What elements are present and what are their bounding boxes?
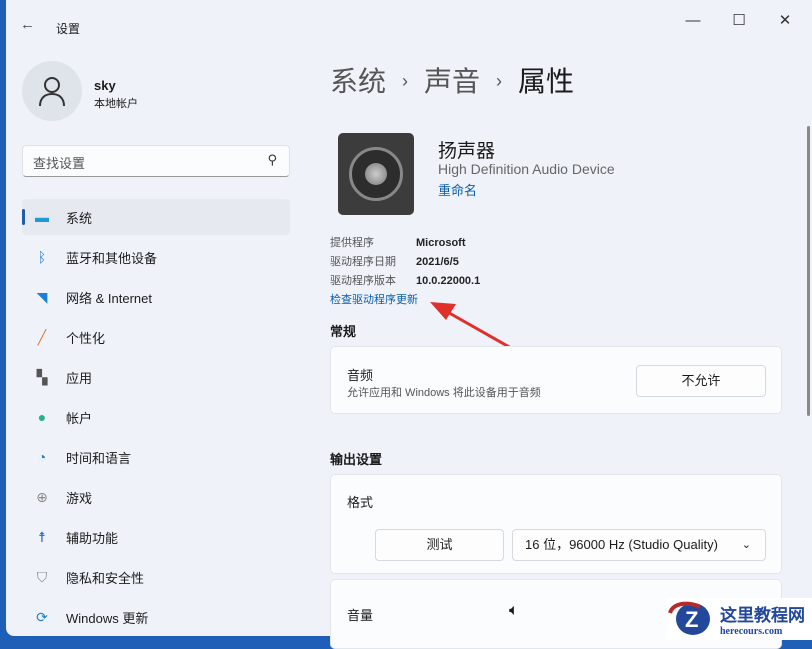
sidebar-item-label: 网络 & Internet	[66, 290, 152, 306]
app-title: 设置	[56, 22, 81, 36]
audio-description: 允许应用和 Windows 将此设备用于音频	[347, 387, 541, 399]
search-input[interactable]: 查找设置 ⚲	[22, 145, 290, 177]
rename-link[interactable]: 重命名	[438, 180, 477, 199]
sidebar-item-label: 辅助功能	[66, 530, 119, 546]
sidebar-item-wifi[interactable]: ◥ 网络 & Internet	[22, 279, 290, 315]
sidebar-item-label: 时间和语言	[66, 450, 132, 466]
avatar[interactable]	[22, 61, 82, 121]
sidebar-item-apps[interactable]: ▚ 应用	[22, 359, 290, 395]
general-heading: 常规	[330, 324, 357, 339]
watermark-url: herecours.com	[720, 626, 783, 637]
account-type: 本地帐户	[94, 98, 138, 110]
wifi-icon: ◥	[36, 288, 48, 305]
breadcrumb-system[interactable]: 系统	[330, 66, 386, 97]
sidebar-item-person[interactable]: ● 帐户	[22, 399, 290, 435]
breadcrumb-properties: 属性	[518, 66, 575, 97]
device-description: High Definition Audio Device	[438, 161, 615, 177]
settings-window: ← 设置 — ☐ ✕ sky 本地帐户 查找设置 ⚲ ▬ 系统 ᛒ 蓝牙和其他设备 ◥ 网络…	[6, 0, 812, 649]
prop-key: 驱动程序版本	[330, 275, 396, 287]
user-name: sky	[94, 78, 116, 93]
prop-value: Microsoft	[416, 237, 466, 249]
person-icon	[39, 77, 65, 107]
format-label: 格式	[347, 495, 374, 510]
clock-globe-icon: ◔	[37, 449, 47, 465]
audio-title: 音频	[347, 368, 374, 383]
breadcrumb: 系统 › 声音 › 属性	[330, 60, 574, 100]
speaker-icon	[338, 133, 414, 215]
maximize-button[interactable]: ☐	[716, 8, 762, 34]
shield-icon: ⛉	[36, 568, 48, 585]
sidebar-item-label: 个性化	[66, 330, 106, 346]
update-icon: ⟳	[36, 608, 48, 625]
sidebar-item-label: 帐户	[66, 410, 93, 426]
search-icon: ⚲	[267, 152, 277, 167]
sidebar-item-accessibility[interactable]: ☨ 辅助功能	[22, 519, 290, 555]
speaker-volume-icon[interactable]: 🔈︎	[509, 602, 519, 620]
output-settings-heading: 输出设置	[330, 452, 383, 467]
format-value: 16 位，96000 Hz (Studio Quality)	[525, 537, 718, 552]
sidebar-item-clock-globe[interactable]: ◔ 时间和语言	[22, 439, 290, 475]
sidebar-item-label: 系统	[66, 210, 93, 226]
sidebar-item-display[interactable]: ▬ 系统	[22, 199, 290, 235]
search-placeholder: 查找设置	[33, 156, 86, 171]
sidebar-item-label: 隐私和安全性	[66, 570, 145, 586]
brush-icon: ╱	[37, 328, 47, 345]
bluetooth-icon: ᛒ	[37, 249, 47, 265]
accessibility-icon: ☨	[38, 528, 46, 545]
device-name: 扬声器	[438, 141, 496, 162]
chevron-right-icon: ›	[496, 71, 503, 91]
minimize-button[interactable]: —	[670, 8, 716, 34]
sidebar-item-brush[interactable]: ╱ 个性化	[22, 319, 290, 355]
back-arrow-icon[interactable]: ←	[20, 16, 35, 33]
person-icon: ●	[37, 409, 47, 425]
sidebar-item-update[interactable]: ⟳ Windows 更新	[22, 599, 290, 635]
sidebar-item-bluetooth[interactable]: ᛒ 蓝牙和其他设备	[22, 239, 290, 275]
test-button[interactable]: 测试	[375, 529, 504, 561]
format-card: 格式 测试 16 位，96000 Hz (Studio Quality) ⌄	[330, 474, 782, 574]
chevron-down-icon: ⌄	[741, 539, 751, 551]
chevron-right-icon: ›	[402, 71, 409, 91]
driver-properties: 提供程序 Microsoft 驱动程序日期 2021/6/5 驱动程序版本 10.0.…	[330, 234, 480, 310]
sidebar-item-gamepad[interactable]: ⊕ 游戏	[22, 479, 290, 515]
format-dropdown[interactable]: 16 位，96000 Hz (Studio Quality) ⌄	[512, 529, 766, 561]
scrollbar[interactable]	[807, 126, 810, 416]
display-icon: ▬	[35, 209, 49, 225]
watermark-z-icon: Z	[668, 601, 710, 635]
svg-text:Z: Z	[685, 607, 698, 632]
prop-value: 10.0.22000.1	[416, 275, 481, 287]
disallow-button[interactable]: 不允许	[636, 365, 766, 397]
volume-label: 音量	[347, 608, 374, 623]
audio-card: 音频 允许应用和 Windows 将此设备用于音频 不允许	[330, 346, 782, 414]
prop-value: 2021/6/5	[416, 256, 459, 268]
apps-icon: ▚	[36, 368, 48, 385]
watermark-title: 这里教程网	[720, 606, 805, 625]
breadcrumb-sound[interactable]: 声音	[424, 66, 480, 97]
watermark-logo: Z 这里教程网 herecours.com	[666, 598, 812, 640]
title-bar: ← 设置 — ☐ ✕	[6, 0, 812, 44]
prop-key: 提供程序	[330, 237, 374, 249]
prop-key: 驱动程序日期	[330, 256, 396, 268]
sidebar-item-label: 游戏	[66, 490, 93, 506]
sidebar-item-label: 蓝牙和其他设备	[66, 250, 158, 266]
sidebar-item-shield[interactable]: ⛉ 隐私和安全性	[22, 559, 290, 595]
close-button[interactable]: ✕	[762, 8, 808, 34]
sidebar-item-label: 应用	[66, 370, 93, 386]
sidebar-nav: ▬ 系统 ᛒ 蓝牙和其他设备 ◥ 网络 & Internet ╱ 个性化 ▚ 应用 ● 帐户 ◔ 时间和语…	[22, 199, 290, 639]
gamepad-icon: ⊕	[36, 488, 48, 505]
sidebar-item-label: Windows 更新	[66, 610, 149, 626]
